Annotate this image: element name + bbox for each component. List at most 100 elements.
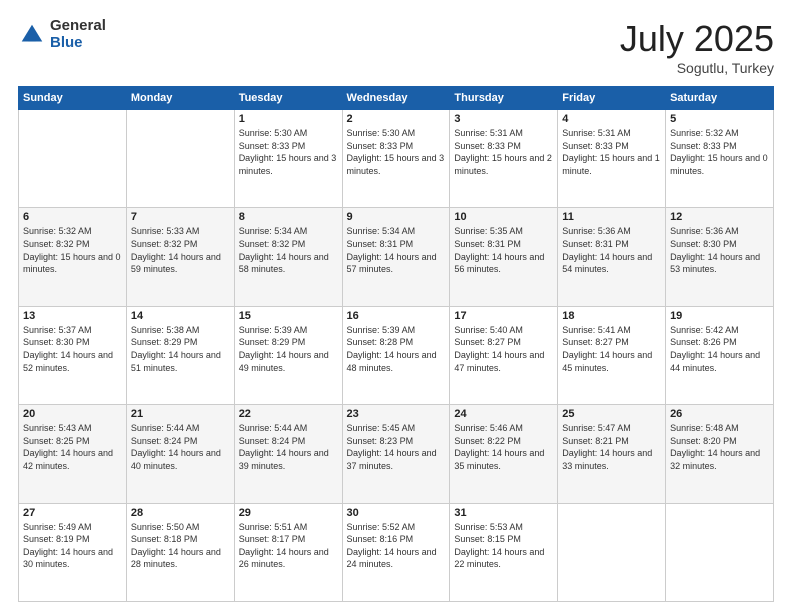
cell-info: Sunrise: 5:52 AMSunset: 8:16 PMDaylight:… <box>347 522 437 570</box>
cell-info: Sunrise: 5:35 AMSunset: 8:31 PMDaylight:… <box>454 226 544 274</box>
cell-info: Sunrise: 5:49 AMSunset: 8:19 PMDaylight:… <box>23 522 113 570</box>
day-number: 28 <box>131 507 230 519</box>
logo-text: General Blue <box>50 18 106 51</box>
day-number: 9 <box>347 211 446 223</box>
logo-blue-text: Blue <box>50 35 106 52</box>
cell-3-3: 23 Sunrise: 5:45 AMSunset: 8:23 PMDaylig… <box>342 405 450 503</box>
week-row-5: 27 Sunrise: 5:49 AMSunset: 8:19 PMDaylig… <box>19 503 774 601</box>
cell-1-4: 10 Sunrise: 5:35 AMSunset: 8:31 PMDaylig… <box>450 208 558 306</box>
calendar-body: 1 Sunrise: 5:30 AMSunset: 8:33 PMDayligh… <box>19 110 774 602</box>
cell-3-1: 21 Sunrise: 5:44 AMSunset: 8:24 PMDaylig… <box>126 405 234 503</box>
day-number: 3 <box>454 113 553 125</box>
day-number: 16 <box>347 310 446 322</box>
cell-info: Sunrise: 5:36 AMSunset: 8:30 PMDaylight:… <box>670 226 760 274</box>
week-row-3: 13 Sunrise: 5:37 AMSunset: 8:30 PMDaylig… <box>19 306 774 404</box>
cell-info: Sunrise: 5:40 AMSunset: 8:27 PMDaylight:… <box>454 325 544 373</box>
cell-info: Sunrise: 5:36 AMSunset: 8:31 PMDaylight:… <box>562 226 652 274</box>
cell-1-0: 6 Sunrise: 5:32 AMSunset: 8:32 PMDayligh… <box>19 208 127 306</box>
cell-0-1 <box>126 110 234 208</box>
day-number: 10 <box>454 211 553 223</box>
cell-info: Sunrise: 5:31 AMSunset: 8:33 PMDaylight:… <box>454 128 552 176</box>
cell-4-1: 28 Sunrise: 5:50 AMSunset: 8:18 PMDaylig… <box>126 503 234 601</box>
day-number: 5 <box>670 113 769 125</box>
location-subtitle: Sogutlu, Turkey <box>620 60 774 76</box>
day-number: 23 <box>347 408 446 420</box>
day-number: 7 <box>131 211 230 223</box>
cell-info: Sunrise: 5:45 AMSunset: 8:23 PMDaylight:… <box>347 423 437 471</box>
day-number: 1 <box>239 113 338 125</box>
cell-info: Sunrise: 5:53 AMSunset: 8:15 PMDaylight:… <box>454 522 544 570</box>
cell-info: Sunrise: 5:32 AMSunset: 8:32 PMDaylight:… <box>23 226 121 274</box>
cell-info: Sunrise: 5:34 AMSunset: 8:32 PMDaylight:… <box>239 226 329 274</box>
cell-info: Sunrise: 5:32 AMSunset: 8:33 PMDaylight:… <box>670 128 768 176</box>
cell-2-3: 16 Sunrise: 5:39 AMSunset: 8:28 PMDaylig… <box>342 306 450 404</box>
day-number: 6 <box>23 211 122 223</box>
col-thursday: Thursday <box>450 87 558 110</box>
cell-4-6 <box>666 503 774 601</box>
cell-3-4: 24 Sunrise: 5:46 AMSunset: 8:22 PMDaylig… <box>450 405 558 503</box>
cell-info: Sunrise: 5:42 AMSunset: 8:26 PMDaylight:… <box>670 325 760 373</box>
cell-0-3: 2 Sunrise: 5:30 AMSunset: 8:33 PMDayligh… <box>342 110 450 208</box>
logo-icon <box>18 21 46 49</box>
day-number: 30 <box>347 507 446 519</box>
cell-info: Sunrise: 5:43 AMSunset: 8:25 PMDaylight:… <box>23 423 113 471</box>
cell-1-1: 7 Sunrise: 5:33 AMSunset: 8:32 PMDayligh… <box>126 208 234 306</box>
cell-1-2: 8 Sunrise: 5:34 AMSunset: 8:32 PMDayligh… <box>234 208 342 306</box>
day-number: 25 <box>562 408 661 420</box>
week-row-4: 20 Sunrise: 5:43 AMSunset: 8:25 PMDaylig… <box>19 405 774 503</box>
cell-2-1: 14 Sunrise: 5:38 AMSunset: 8:29 PMDaylig… <box>126 306 234 404</box>
cell-info: Sunrise: 5:48 AMSunset: 8:20 PMDaylight:… <box>670 423 760 471</box>
cell-1-6: 12 Sunrise: 5:36 AMSunset: 8:30 PMDaylig… <box>666 208 774 306</box>
cell-info: Sunrise: 5:41 AMSunset: 8:27 PMDaylight:… <box>562 325 652 373</box>
day-number: 24 <box>454 408 553 420</box>
cell-info: Sunrise: 5:38 AMSunset: 8:29 PMDaylight:… <box>131 325 221 373</box>
header-row: Sunday Monday Tuesday Wednesday Thursday… <box>19 87 774 110</box>
cell-3-6: 26 Sunrise: 5:48 AMSunset: 8:20 PMDaylig… <box>666 405 774 503</box>
week-row-1: 1 Sunrise: 5:30 AMSunset: 8:33 PMDayligh… <box>19 110 774 208</box>
col-friday: Friday <box>558 87 666 110</box>
day-number: 11 <box>562 211 661 223</box>
cell-1-5: 11 Sunrise: 5:36 AMSunset: 8:31 PMDaylig… <box>558 208 666 306</box>
cell-2-0: 13 Sunrise: 5:37 AMSunset: 8:30 PMDaylig… <box>19 306 127 404</box>
day-number: 4 <box>562 113 661 125</box>
cell-2-5: 18 Sunrise: 5:41 AMSunset: 8:27 PMDaylig… <box>558 306 666 404</box>
day-number: 17 <box>454 310 553 322</box>
day-number: 15 <box>239 310 338 322</box>
cell-4-4: 31 Sunrise: 5:53 AMSunset: 8:15 PMDaylig… <box>450 503 558 601</box>
cell-info: Sunrise: 5:39 AMSunset: 8:29 PMDaylight:… <box>239 325 329 373</box>
cell-4-2: 29 Sunrise: 5:51 AMSunset: 8:17 PMDaylig… <box>234 503 342 601</box>
day-number: 14 <box>131 310 230 322</box>
day-number: 31 <box>454 507 553 519</box>
day-number: 21 <box>131 408 230 420</box>
cell-2-6: 19 Sunrise: 5:42 AMSunset: 8:26 PMDaylig… <box>666 306 774 404</box>
calendar-header: Sunday Monday Tuesday Wednesday Thursday… <box>19 87 774 110</box>
cell-info: Sunrise: 5:33 AMSunset: 8:32 PMDaylight:… <box>131 226 221 274</box>
col-tuesday: Tuesday <box>234 87 342 110</box>
day-number: 12 <box>670 211 769 223</box>
cell-1-3: 9 Sunrise: 5:34 AMSunset: 8:31 PMDayligh… <box>342 208 450 306</box>
day-number: 19 <box>670 310 769 322</box>
cell-info: Sunrise: 5:31 AMSunset: 8:33 PMDaylight:… <box>562 128 660 176</box>
cell-info: Sunrise: 5:51 AMSunset: 8:17 PMDaylight:… <box>239 522 329 570</box>
cell-3-0: 20 Sunrise: 5:43 AMSunset: 8:25 PMDaylig… <box>19 405 127 503</box>
cell-2-4: 17 Sunrise: 5:40 AMSunset: 8:27 PMDaylig… <box>450 306 558 404</box>
calendar-page: General Blue July 2025 Sogutlu, Turkey S… <box>0 0 792 612</box>
cell-0-2: 1 Sunrise: 5:30 AMSunset: 8:33 PMDayligh… <box>234 110 342 208</box>
col-monday: Monday <box>126 87 234 110</box>
day-number: 13 <box>23 310 122 322</box>
cell-info: Sunrise: 5:44 AMSunset: 8:24 PMDaylight:… <box>239 423 329 471</box>
cell-info: Sunrise: 5:30 AMSunset: 8:33 PMDaylight:… <box>347 128 445 176</box>
calendar-table: Sunday Monday Tuesday Wednesday Thursday… <box>18 86 774 602</box>
cell-info: Sunrise: 5:50 AMSunset: 8:18 PMDaylight:… <box>131 522 221 570</box>
logo: General Blue <box>18 18 106 51</box>
day-number: 20 <box>23 408 122 420</box>
cell-0-5: 4 Sunrise: 5:31 AMSunset: 8:33 PMDayligh… <box>558 110 666 208</box>
cell-info: Sunrise: 5:47 AMSunset: 8:21 PMDaylight:… <box>562 423 652 471</box>
cell-2-2: 15 Sunrise: 5:39 AMSunset: 8:29 PMDaylig… <box>234 306 342 404</box>
col-sunday: Sunday <box>19 87 127 110</box>
cell-0-4: 3 Sunrise: 5:31 AMSunset: 8:33 PMDayligh… <box>450 110 558 208</box>
day-number: 22 <box>239 408 338 420</box>
cell-info: Sunrise: 5:34 AMSunset: 8:31 PMDaylight:… <box>347 226 437 274</box>
col-saturday: Saturday <box>666 87 774 110</box>
logo-general-text: General <box>50 18 106 35</box>
